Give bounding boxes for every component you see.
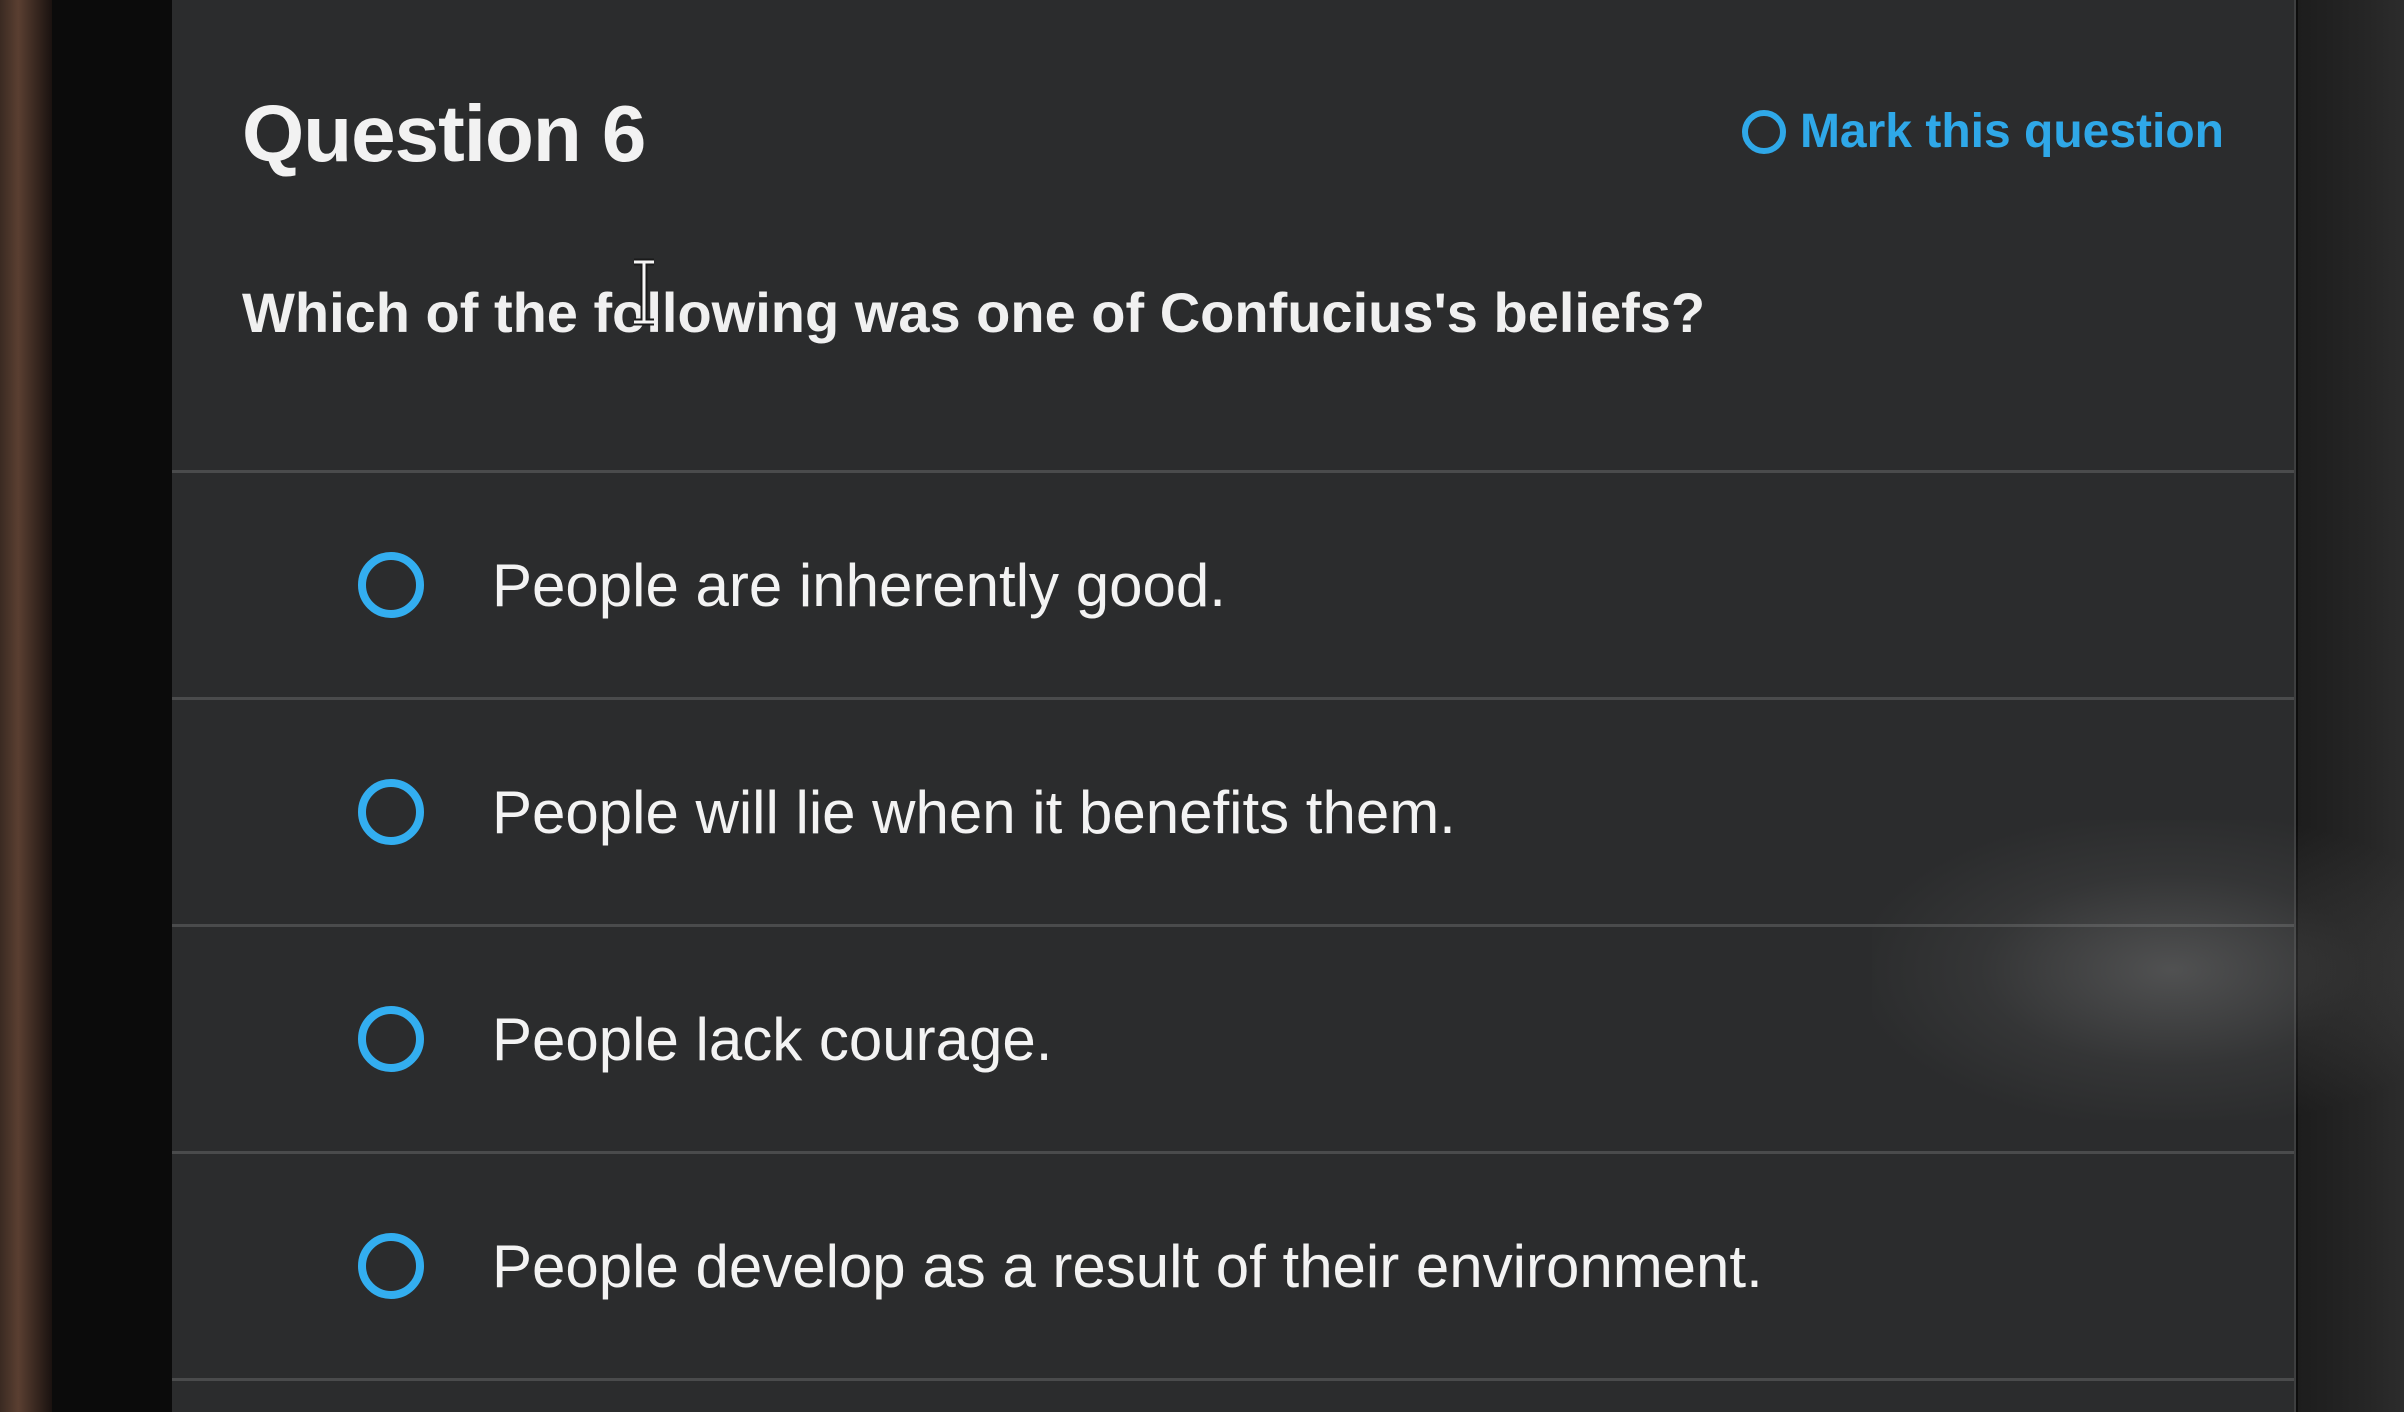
device-bezel-left: [0, 0, 52, 1412]
device-bezel-inner: [52, 0, 172, 1412]
device-bezel-right: [2298, 0, 2404, 1412]
mark-question-label: Mark this question: [1799, 105, 2224, 158]
question-header: Question 6 Mark this question Which of t…: [172, 0, 2294, 473]
radio-button-icon[interactable]: [358, 1006, 424, 1072]
question-title: Question 6: [242, 89, 646, 178]
radio-ring-icon: [1741, 109, 1786, 154]
radio-button-icon[interactable]: [358, 779, 424, 845]
answer-option[interactable]: People will lie when it benefits them.: [172, 700, 2294, 927]
answer-option-label: People are inherently good.: [492, 551, 1226, 619]
answer-options: People are inherently good. People will …: [172, 473, 2294, 1381]
question-prompt: Which of the following was one of Confuc…: [242, 281, 1706, 344]
answer-option-label: People will lie when it benefits them.: [492, 778, 1456, 846]
answer-option[interactable]: People lack courage.: [172, 927, 2294, 1154]
question-panel: Question 6 Mark this question Which of t…: [172, 0, 2404, 1412]
answer-option[interactable]: People develop as a result of their envi…: [172, 1154, 2294, 1381]
answer-option-label: People develop as a result of their envi…: [492, 1232, 1763, 1300]
answer-option[interactable]: People are inherently good.: [172, 473, 2294, 700]
text-cursor-icon: [634, 258, 654, 326]
answer-option-label: People lack courage.: [492, 1005, 1053, 1073]
mark-question-button[interactable]: Mark this question: [1741, 104, 2224, 159]
radio-button-icon[interactable]: [358, 552, 424, 618]
radio-button-icon[interactable]: [358, 1233, 424, 1299]
